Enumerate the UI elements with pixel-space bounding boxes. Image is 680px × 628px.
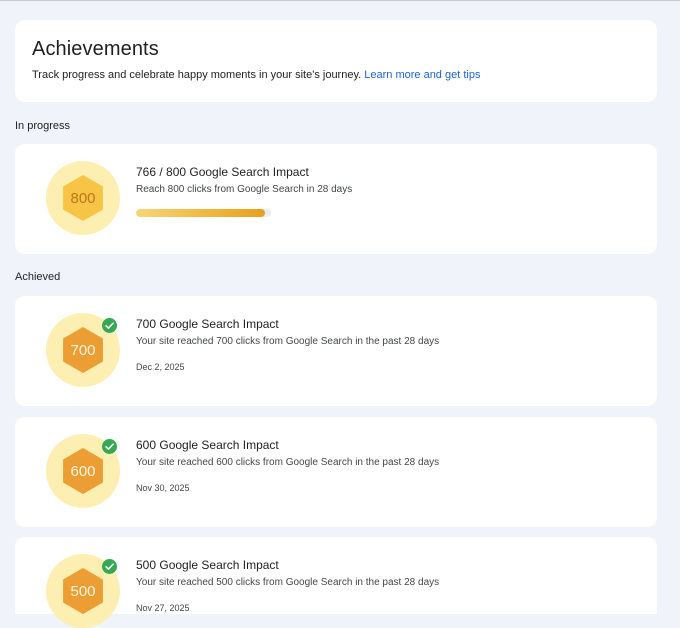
achievement-title: 600 Google Search Impact bbox=[136, 438, 279, 452]
achievement-title: 700 Google Search Impact bbox=[136, 317, 279, 331]
achievement-card-achieved[interactable]: 600 600 Google Search Impact Your site r… bbox=[15, 417, 657, 527]
badge-number: 800 bbox=[70, 189, 96, 207]
achievement-date: Nov 30, 2025 bbox=[136, 483, 190, 493]
achievement-date: Dec 2, 2025 bbox=[136, 362, 185, 372]
achievement-date: Nov 27, 2025 bbox=[136, 603, 190, 613]
check-circle-icon bbox=[102, 318, 117, 333]
description-text: Track progress and celebrate happy momen… bbox=[32, 69, 365, 81]
achievement-title: 500 Google Search Impact bbox=[136, 558, 279, 572]
page-title: Achievements bbox=[32, 38, 159, 60]
achievement-card-achieved[interactable]: 700 700 Google Search Impact Your site r… bbox=[15, 296, 657, 406]
learn-more-link[interactable]: Learn more and get tips bbox=[364, 69, 480, 81]
check-circle-icon bbox=[102, 439, 117, 454]
badge-icon: 800 bbox=[46, 161, 120, 235]
page-description: Track progress and celebrate happy momen… bbox=[32, 69, 480, 81]
achievement-description: Your site reached 500 clicks from Google… bbox=[136, 577, 440, 588]
achievement-title: 766 / 800 Google Search Impact bbox=[136, 165, 309, 179]
achievement-description: Reach 800 clicks from Google Search in 2… bbox=[136, 184, 353, 195]
top-divider bbox=[0, 0, 680, 3]
achievement-card-in-progress[interactable]: 800 766 / 800 Google Search Impact Reach… bbox=[15, 144, 657, 254]
progress-bar bbox=[136, 209, 271, 217]
check-circle-icon bbox=[102, 559, 117, 574]
section-label-achieved: Achieved bbox=[15, 271, 61, 283]
achievements-page: Achievements Track progress and celebrat… bbox=[0, 0, 680, 628]
achievement-description: Your site reached 600 clicks from Google… bbox=[136, 457, 440, 468]
section-label-in-progress: In progress bbox=[15, 120, 71, 132]
progress-bar-fill bbox=[136, 209, 266, 217]
achievement-card-achieved[interactable]: 500 500 Google Search Impact Your site r… bbox=[15, 537, 657, 628]
header-card: Achievements Track progress and celebrat… bbox=[15, 20, 657, 102]
achievement-description: Your site reached 700 clicks from Google… bbox=[136, 336, 440, 347]
